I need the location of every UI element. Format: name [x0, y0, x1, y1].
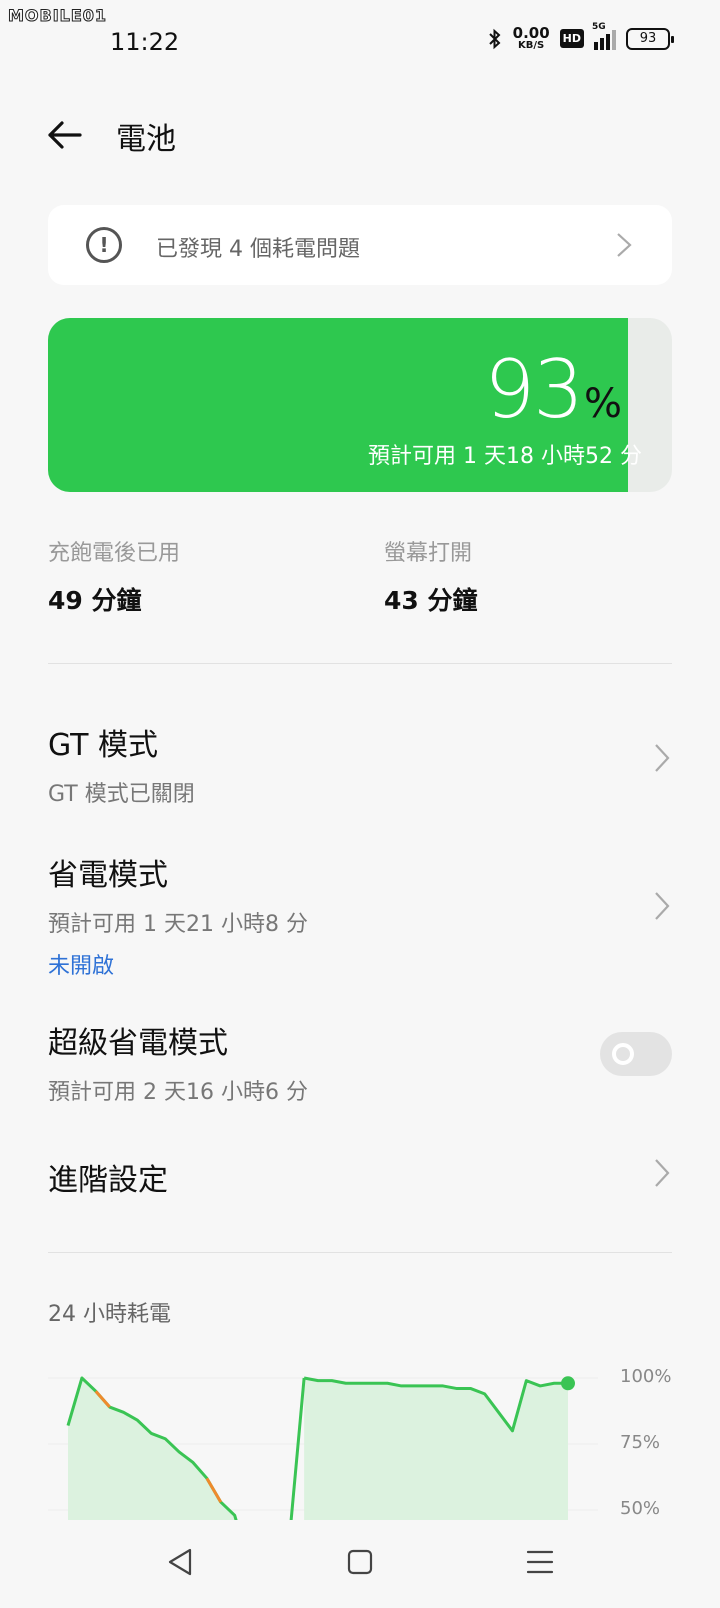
header: 電池: [0, 110, 720, 160]
since-full-charge-stat: 充飽電後已用 49 分鐘: [48, 535, 180, 617]
navigation-bar: [0, 1520, 720, 1608]
power-issues-card[interactable]: ! 已發現 4 個耗電問題: [48, 205, 672, 285]
super-power-saving-subtitle: 預計可用 2 天16 小時6 分: [48, 1080, 308, 1105]
divider: [48, 663, 672, 664]
back-nav-icon[interactable]: [160, 1542, 200, 1582]
chart-series-line: [289, 1377, 306, 1520]
y-tick-label: 50%: [620, 1498, 661, 1519]
gt-mode-subtitle: GT 模式已關閉: [48, 782, 195, 807]
super-power-saving-toggle[interactable]: [600, 1032, 672, 1076]
status-bar: MOBILE01 11:22 0.00 KB/S HD 5G 93: [0, 0, 720, 80]
chevron-right-icon: [655, 744, 670, 772]
advanced-settings-title: 進階設定: [48, 1163, 168, 1198]
chevron-right-icon: [655, 1159, 670, 1187]
watermark-logo: MOBILE01: [7, 6, 108, 26]
usage-section-title: 24 小時耗電: [48, 1302, 171, 1327]
signal-icon: 5G: [592, 22, 616, 50]
battery-time-estimate: 預計可用 1 天18 小時52 分: [368, 444, 642, 469]
y-tick-label: 75%: [620, 1432, 661, 1453]
page-title: 電池: [116, 122, 176, 157]
power-saving-status: 未開啟: [48, 954, 115, 979]
chevron-right-icon: [655, 892, 670, 920]
bluetooth-icon: [488, 28, 501, 49]
battery-usage-chart: 100% 75% 50%: [48, 1360, 672, 1520]
super-power-saving-title: 超級省電模式: [48, 1026, 228, 1061]
network-speed: 0.00 KB/S: [512, 24, 550, 51]
stat-value: 49 分鐘: [48, 586, 142, 615]
power-saving-mode-item[interactable]: 省電模式 預計可用 1 天21 小時8 分 未開啟: [48, 850, 672, 980]
chart-area-fill: [304, 1378, 568, 1520]
back-arrow-icon[interactable]: [44, 115, 84, 155]
chart-current-point: [561, 1376, 575, 1391]
gt-mode-title: GT 模式: [48, 728, 159, 763]
status-icons: 0.00 KB/S HD 5G 93: [487, 22, 674, 51]
power-saving-title: 省電模式: [48, 858, 168, 893]
toggle-knob: [612, 1043, 634, 1065]
warning-icon: !: [86, 227, 122, 263]
home-nav-icon[interactable]: [340, 1542, 380, 1582]
chevron-right-icon: [617, 233, 632, 257]
network-type: 5G: [592, 21, 606, 32]
super-power-saving-item: 超級省電模式 預計可用 2 天16 小時6 分: [48, 1018, 672, 1106]
y-tick-label: 100%: [620, 1366, 672, 1387]
chart-canvas: [48, 1376, 598, 1520]
power-issues-text: 已發現 4 個耗電問題: [156, 237, 360, 262]
stat-label: 充飽電後已用: [48, 541, 181, 566]
advanced-settings-item[interactable]: 進階設定: [48, 1155, 672, 1199]
hd-voice-icon: HD: [559, 29, 584, 48]
battery-percentage: 93 %: [484, 343, 622, 436]
power-saving-subtitle: 預計可用 1 天21 小時8 分: [48, 912, 308, 937]
stat-value: 43 分鐘: [384, 586, 478, 615]
recents-nav-icon[interactable]: [520, 1542, 560, 1582]
screen-on-stat: 螢幕打開 43 分鐘: [384, 535, 478, 617]
battery-status-icon: 93: [626, 27, 674, 50]
gt-mode-item[interactable]: GT 模式 GT 模式已關閉: [48, 720, 672, 808]
status-time: 11:22: [110, 28, 180, 56]
divider: [48, 1252, 672, 1253]
stat-label: 螢幕打開: [384, 541, 473, 566]
battery-level-card: 93 % 預計可用 1 天18 小時52 分: [48, 318, 672, 492]
chart-area-fill: [68, 1378, 277, 1520]
